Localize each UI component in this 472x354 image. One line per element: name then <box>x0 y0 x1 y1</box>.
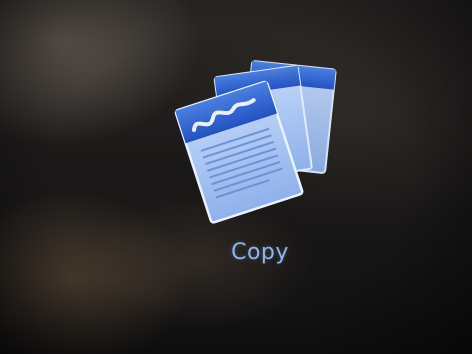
copy-documents-icon <box>160 45 360 235</box>
copy-label: Copy <box>231 240 289 265</box>
device-screen: Copy <box>0 0 472 354</box>
copy-app-button[interactable]: Copy <box>160 45 360 290</box>
